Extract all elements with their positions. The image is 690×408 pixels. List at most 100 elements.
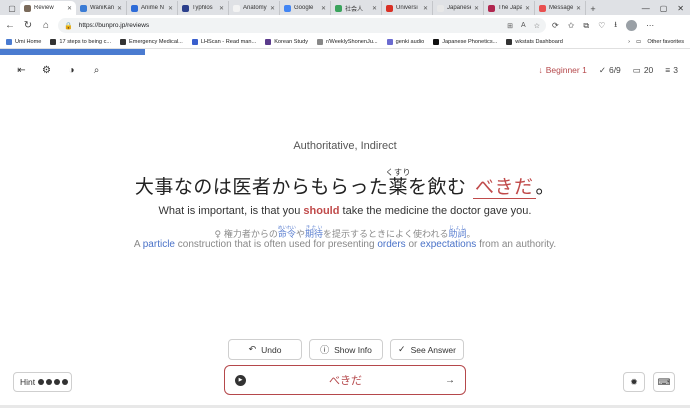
- bookmarks-chevron-icon[interactable]: ›: [628, 39, 630, 45]
- browser-tab[interactable]: WaniKani ✕: [76, 1, 127, 15]
- bookmark-item[interactable]: Japanese Phonetics...: [433, 39, 497, 45]
- bookmark-item[interactable]: LHScan - Read man...: [191, 39, 256, 45]
- read-aloud-icon[interactable]: A: [521, 22, 526, 30]
- browser-tab[interactable]: Message ✕: [535, 1, 586, 15]
- tab-close-icon[interactable]: ✕: [270, 5, 275, 12]
- browser-tab[interactable]: Anatomy ✕: [229, 1, 280, 15]
- window-controls: — ▢ ✕: [642, 1, 690, 15]
- tab-close-icon[interactable]: ✕: [474, 5, 479, 12]
- tab-close-icon[interactable]: ✕: [117, 5, 122, 12]
- favorite-star-icon[interactable]: ☆: [534, 22, 540, 30]
- grammar-hint: Authoritative, Indirect: [293, 140, 397, 152]
- downloads-icon[interactable]: ⭳: [614, 19, 617, 33]
- review-count-value: 20: [643, 65, 654, 75]
- lock-icon: 🔒: [64, 22, 73, 30]
- bug-report-icon[interactable]: ✹: [623, 372, 645, 392]
- tab-favicon: [182, 4, 189, 12]
- answer-input[interactable]: ▶ べきだ →: [224, 365, 466, 395]
- tab-favicon: [24, 4, 31, 12]
- browser-tab[interactable]: Review ✕: [20, 1, 76, 15]
- see-answer-button[interactable]: ✓ See Answer: [390, 339, 464, 360]
- bookmark-item[interactable]: Umi Home: [6, 39, 41, 45]
- translate-icon[interactable]: ⊞: [507, 22, 513, 30]
- new-tab-button[interactable]: +: [586, 2, 600, 15]
- other-favorites[interactable]: Other favorites: [647, 39, 684, 45]
- tab-close-icon[interactable]: ✕: [525, 5, 530, 12]
- bookmark-favicon: [265, 39, 272, 45]
- browser-tab[interactable]: Universi ✕: [382, 1, 433, 15]
- more-menu-icon[interactable]: ⋯: [646, 21, 654, 30]
- browser-tab[interactable]: 社会人 ✕: [331, 1, 382, 15]
- window-menu-icon[interactable]: ▢: [4, 2, 20, 15]
- browser-tab[interactable]: Google ✕: [280, 1, 331, 15]
- tab-favicon: [335, 4, 342, 12]
- bookmark-favicon: [433, 39, 440, 45]
- bookmark-favicon: [191, 39, 198, 45]
- maximize-icon[interactable]: ▢: [660, 4, 668, 13]
- url-field[interactable]: 🔒 https://bunpro.jp/reviews ⊞ A ☆: [58, 18, 546, 33]
- close-window-icon[interactable]: ✕: [677, 4, 684, 13]
- hint-button[interactable]: Hint: [13, 372, 72, 392]
- bookmark-item[interactable]: genki audio: [386, 39, 424, 45]
- bookmark-item[interactable]: wkstats Dashboard: [506, 39, 563, 45]
- tab-label: 社会人: [345, 6, 364, 13]
- tab-close-icon[interactable]: ✕: [576, 5, 581, 12]
- bookmark-favicon: [6, 39, 12, 45]
- cards-icon: ▭: [632, 64, 641, 75]
- palette-icon[interactable]: ◑: [65, 64, 78, 77]
- bookmark-item[interactable]: Emergency Medical...: [120, 39, 183, 45]
- search-icon[interactable]: ⌕: [90, 64, 103, 77]
- answer-blank: べきだ: [473, 176, 536, 199]
- bookmark-item[interactable]: r/WeeklyShonenJu...: [317, 39, 378, 45]
- tab-favicon: [437, 4, 444, 12]
- favorites-icon[interactable]: ✩: [568, 21, 575, 30]
- sentence-pre: 大事なのは医者からもらった: [134, 176, 389, 198]
- bookmark-item[interactable]: 17 steps to being c...: [50, 39, 111, 45]
- link-expectations[interactable]: expectations: [420, 239, 476, 250]
- hint-dots: [38, 379, 69, 385]
- settings-gear-icon[interactable]: ⚙: [40, 64, 53, 77]
- check-icon: ✓: [598, 64, 606, 75]
- minimize-icon[interactable]: —: [642, 4, 650, 13]
- link-orders[interactable]: orders: [377, 239, 405, 250]
- tab-label: The Japa: [498, 5, 522, 11]
- tab-label: Anime N: [141, 5, 165, 11]
- link-particle[interactable]: particle: [143, 239, 175, 250]
- home-icon[interactable]: ⌂: [40, 20, 52, 32]
- tab-favicon: [539, 4, 546, 12]
- play-audio-icon[interactable]: ▶: [235, 374, 246, 386]
- show-info-button[interactable]: ⓘ Show Info: [309, 339, 383, 360]
- bookmark-item[interactable]: Korean Study: [265, 39, 308, 45]
- extensions-icon[interactable]: ⟳: [552, 21, 559, 30]
- tab-close-icon[interactable]: ✕: [219, 5, 224, 12]
- browser-tab[interactable]: The Japa ✕: [484, 1, 535, 15]
- tab-close-icon[interactable]: ✕: [321, 5, 326, 12]
- tab-label: Google: [294, 5, 314, 11]
- browser-tab[interactable]: Japanese ✕: [433, 1, 484, 15]
- keyboard-icon[interactable]: ⌨: [653, 372, 675, 392]
- heart-icon[interactable]: ♡: [598, 21, 605, 30]
- tab-close-icon[interactable]: ✕: [67, 5, 72, 12]
- profile-avatar[interactable]: [626, 20, 638, 31]
- collections-icon[interactable]: ⧉: [583, 21, 589, 31]
- exit-icon[interactable]: ⇤: [15, 64, 28, 77]
- browser-tab[interactable]: Anime N ✕: [127, 1, 178, 15]
- tab-favicon: [386, 4, 393, 12]
- submit-arrow-icon[interactable]: →: [445, 375, 455, 386]
- grammar-meaning-jp: ♀ 権力者からの命令めいれいや期待きたいを提示するときによく使われる助詞じょし。: [214, 226, 476, 240]
- translation-highlight: should: [303, 205, 340, 217]
- reload-icon[interactable]: ↻: [22, 20, 34, 32]
- browser-tab[interactable]: Typhlos ✕: [178, 1, 229, 15]
- back-icon[interactable]: ←: [4, 20, 16, 32]
- tab-close-icon[interactable]: ✕: [423, 5, 428, 12]
- browser-toolbar: ⟳ ✩ ⧉ ♡ ⭳ ⋯: [552, 19, 654, 33]
- answer-input-value: べきだ: [329, 374, 362, 387]
- level-indicator[interactable]: ↓ Beginner 1: [538, 65, 586, 75]
- bookmark-label: wkstats Dashboard: [515, 39, 563, 45]
- tab-favicon: [488, 4, 495, 12]
- tab-close-icon[interactable]: ✕: [168, 5, 173, 12]
- browser-tab-bar: ▢ Review ✕ WaniKani ✕ Anime N ✕ Typhlos ✕ Anatom…: [0, 0, 690, 15]
- bookmark-label: Japanese Phonetics...: [442, 39, 498, 45]
- tab-close-icon[interactable]: ✕: [372, 5, 377, 12]
- undo-button[interactable]: ↶ Undo: [228, 339, 302, 360]
